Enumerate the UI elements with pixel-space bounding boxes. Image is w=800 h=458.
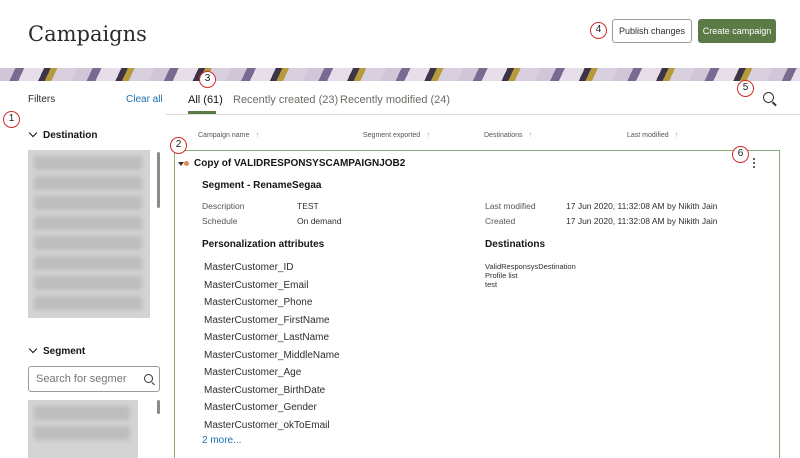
list-item[interactable] <box>34 216 142 230</box>
segment-search-input[interactable] <box>28 366 160 392</box>
attribute-item: MasterCustomer_Phone <box>204 297 313 308</box>
last-modified-label: Last modified <box>485 201 536 211</box>
created-value: 17 Jun 2020, 11:32:08 AM by Nikith Jain <box>566 216 718 226</box>
annotation-badge-2: 2 <box>170 137 187 154</box>
sort-arrow-icon: ↑ <box>255 130 260 139</box>
attribute-item: MasterCustomer_LastName <box>204 332 330 343</box>
description-label: Description <box>202 201 245 211</box>
destination-item: test <box>485 280 498 289</box>
tabs-divider <box>166 114 800 115</box>
campaign-title[interactable]: Copy of VALIDRESPONSYSCAMPAIGNJOB2 <box>194 158 405 169</box>
attribute-item: MasterCustomer_Gender <box>204 402 317 413</box>
schedule-value: On demand <box>297 216 342 226</box>
tab-all[interactable]: All (61) <box>188 94 223 106</box>
last-modified-value: 17 Jun 2020, 11:32:08 AM by Nikith Jain <box>566 201 718 211</box>
annotation-badge-4: 4 <box>590 22 607 39</box>
chevron-down-icon <box>28 344 38 354</box>
list-item[interactable] <box>34 426 130 440</box>
list-item[interactable] <box>34 156 142 170</box>
status-dot-icon <box>184 161 189 166</box>
schedule-label: Schedule <box>202 216 238 226</box>
segment-filter-list[interactable] <box>28 400 138 458</box>
attribute-item: MasterCustomer_ID <box>204 262 294 273</box>
segment-filter-header[interactable]: Segment <box>28 344 86 357</box>
annotation-badge-6: 6 <box>732 146 749 163</box>
column-header-campaign-name[interactable]: Campaign name ↑ <box>198 130 259 139</box>
sort-arrow-icon: ↑ <box>528 130 533 139</box>
page-title: Campaigns <box>28 22 147 46</box>
attribute-item: MasterCustomer_Age <box>204 367 302 378</box>
description-value: TEST <box>297 201 319 211</box>
list-item[interactable] <box>34 406 130 420</box>
publish-changes-button[interactable]: Publish changes <box>612 19 692 43</box>
tab-recently-created[interactable]: Recently created (23) <box>233 94 338 106</box>
decorative-banner <box>0 68 800 81</box>
destinations-heading: Destinations <box>485 239 546 250</box>
destination-item: Profile list <box>485 271 518 280</box>
filters-label: Filters <box>28 94 56 105</box>
column-header-destinations[interactable]: Destinations ↑ <box>484 130 533 139</box>
destination-filter-header[interactable]: Destination <box>28 128 98 141</box>
show-more-attributes-link[interactable]: 2 more... <box>202 435 241 446</box>
sort-arrow-icon: ↑ <box>674 130 679 139</box>
attribute-item: MasterCustomer_MiddleName <box>204 350 340 361</box>
sort-arrow-icon: ↑ <box>426 130 431 139</box>
annotation-badge-5: 5 <box>737 80 754 97</box>
annotation-badge-3: 3 <box>199 71 216 88</box>
attribute-item: MasterCustomer_okToEmail <box>204 420 330 431</box>
annotation-badge-1: 1 <box>3 111 20 128</box>
destination-filter-list[interactable] <box>28 150 150 318</box>
list-item[interactable] <box>34 256 142 270</box>
list-item[interactable] <box>34 196 142 210</box>
list-item[interactable] <box>34 296 142 310</box>
list-item[interactable] <box>34 176 142 190</box>
tab-recently-modified[interactable]: Recently modified (24) <box>340 94 450 106</box>
search-icon[interactable] <box>144 374 153 383</box>
more-options-icon[interactable] <box>753 158 755 170</box>
chevron-down-icon <box>28 128 38 138</box>
attribute-item: MasterCustomer_FirstName <box>204 315 330 326</box>
clear-all-link[interactable]: Clear all <box>126 94 163 105</box>
list-item[interactable] <box>34 236 142 250</box>
destination-filter-label: Destination <box>43 130 98 141</box>
attribute-item: MasterCustomer_BirthDate <box>204 385 326 396</box>
personalization-attributes-heading: Personalization attributes <box>202 239 325 250</box>
column-header-segment-exported[interactable]: Segment exported ↑ <box>363 130 430 139</box>
segment-title: Segment - RenameSegaa <box>202 180 322 191</box>
column-header-last-modified[interactable]: Last modified ↑ <box>627 130 679 139</box>
segment-filter-label: Segment <box>43 346 86 357</box>
attribute-item: MasterCustomer_Email <box>204 280 309 291</box>
destination-list-scrollbar[interactable] <box>157 152 160 208</box>
segment-list-scrollbar[interactable] <box>157 400 160 414</box>
search-icon[interactable] <box>763 92 774 103</box>
list-item[interactable] <box>34 276 142 290</box>
create-campaign-button[interactable]: Create campaign <box>698 19 776 43</box>
created-label: Created <box>485 216 516 226</box>
destination-item: ValidResponsysDestination <box>485 262 576 271</box>
